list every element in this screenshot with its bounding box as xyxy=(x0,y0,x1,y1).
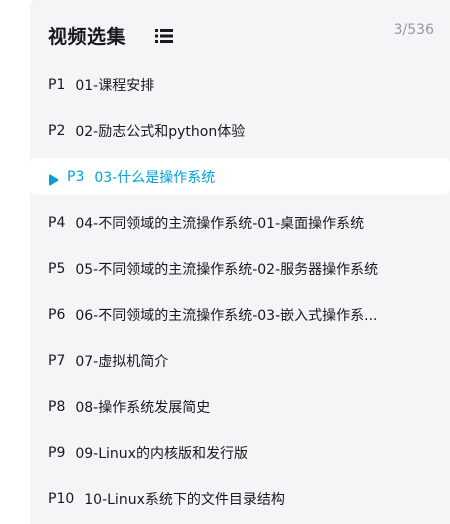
episode-number: P7 xyxy=(48,352,66,369)
episode-number: P1 xyxy=(48,76,66,93)
episode-list: P1 01-课程安排 P2 02-励志公式和python体验 P3 03-什么是操作系统 P… xyxy=(30,66,450,524)
episode-title: 05-不同领域的主流操作系统-02-服务器操作系统 xyxy=(75,261,379,278)
episode-item[interactable]: P3 03-什么是操作系统 xyxy=(30,158,450,195)
playing-icon xyxy=(48,171,59,186)
episode-number: P10 xyxy=(48,490,75,507)
episode-title: 06-不同领域的主流操作系统-03-嵌入式操作系... xyxy=(75,307,378,324)
episode-item[interactable]: P1 01-课程安排 xyxy=(30,66,450,103)
list-view-icon[interactable] xyxy=(155,29,173,43)
panel-title: 视频选集 xyxy=(48,26,127,48)
episode-item[interactable]: P4 04-不同领域的主流操作系统-01-桌面操作系统 xyxy=(30,204,450,241)
episode-title: 08-操作系统发展简史 xyxy=(75,399,211,416)
episode-title: 04-不同领域的主流操作系统-01-桌面操作系统 xyxy=(75,215,365,232)
episode-title: 07-虚拟机简介 xyxy=(75,353,169,370)
episode-item[interactable]: P7 07-虚拟机简介 xyxy=(30,342,450,379)
episode-number: P2 xyxy=(48,122,66,139)
episode-item[interactable]: P2 02-励志公式和python体验 xyxy=(30,112,450,149)
episode-item[interactable]: P6 06-不同领域的主流操作系统-03-嵌入式操作系... xyxy=(30,296,450,333)
panel-header: 视频选集 3/536 xyxy=(30,0,450,70)
episode-title: 01-课程安排 xyxy=(75,77,155,94)
episode-title: 03-什么是操作系统 xyxy=(94,169,216,186)
episode-title: 10-Linux系统下的文件目录结构 xyxy=(84,491,285,508)
episode-title: 02-励志公式和python体验 xyxy=(75,123,246,140)
episode-number: P4 xyxy=(48,214,66,231)
episode-item[interactable]: P5 05-不同领域的主流操作系统-02-服务器操作系统 xyxy=(30,250,450,287)
episode-item[interactable]: P10 10-Linux系统下的文件目录结构 xyxy=(30,480,450,517)
episode-item[interactable]: P8 08-操作系统发展简史 xyxy=(30,388,450,425)
episode-number: P3 xyxy=(67,168,85,185)
episode-counter: 3/536 xyxy=(393,22,434,38)
episode-item[interactable]: P9 09-Linux的内核版和发行版 xyxy=(30,434,450,471)
episode-number: P9 xyxy=(48,444,66,461)
episode-number: P6 xyxy=(48,306,66,323)
episode-number: P8 xyxy=(48,398,66,415)
episode-panel: 视频选集 3/536 P1 01-课程安排 P2 02-励志公式和python体验 P3… xyxy=(30,0,450,524)
episode-number: P5 xyxy=(48,260,66,277)
episode-title: 09-Linux的内核版和发行版 xyxy=(75,445,248,462)
